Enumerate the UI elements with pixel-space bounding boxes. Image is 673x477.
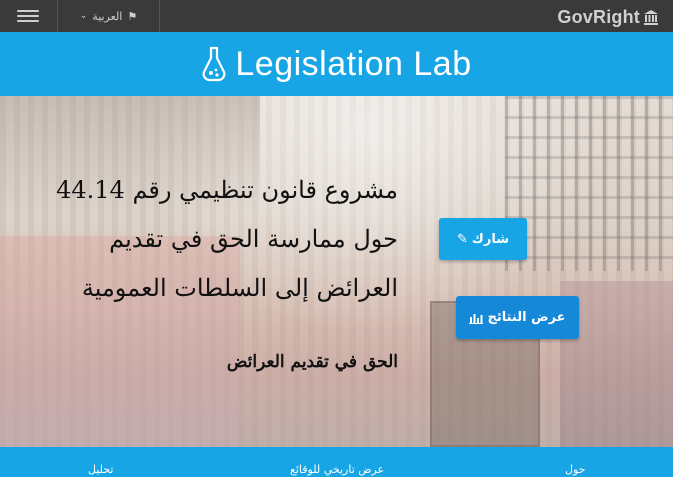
page-title: مشروع قانون تنظيمي رقم 44.14 حول ممارسة … [0,166,398,313]
page-subtitle: الحق في تقديم العرائض [226,352,398,372]
nav-about[interactable]: حول [565,463,585,476]
pencil-icon: ✎ [457,231,468,247]
title-line: حول ممارسة الحق في تقديم [109,225,398,253]
flag-icon: ⚑ [127,9,138,23]
bar-chart-icon [469,313,484,324]
share-button[interactable]: شارك ✎ [439,218,527,260]
nav-analysis[interactable]: تحليل [88,463,113,476]
building-icon [644,10,658,25]
share-label: شارك [471,231,509,247]
govright-logo[interactable]: GovRight [557,6,659,28]
bottom-nav: حول عرض تاريخي للوقائع تحليل [0,447,673,477]
brand-name: GovRight [557,6,640,27]
nav-timeline[interactable]: عرض تاريخي للوقائع [290,463,384,476]
view-results-button[interactable]: عرض النتائج [456,296,579,339]
hamburger-icon [17,10,39,12]
title-line: العرائض إلى السلطات العمومية [81,274,398,302]
language-label: العربية [92,9,123,23]
app-header: Legislation Lab [0,32,673,96]
menu-button[interactable] [0,0,58,32]
chevron-down-icon: ⌄ [79,11,88,21]
top-bar: ⌄ العربية ⚑ GovRight [0,0,673,32]
language-selector[interactable]: ⌄ العربية ⚑ [58,0,160,32]
flask-icon [202,46,226,82]
app-title: Legislation Lab [235,44,472,83]
hero-section: مشروع قانون تنظيمي رقم 44.14 حول ممارسة … [0,96,673,447]
results-label: عرض النتائج [487,310,566,325]
title-line: مشروع قانون تنظيمي رقم 44.14 [56,176,398,204]
